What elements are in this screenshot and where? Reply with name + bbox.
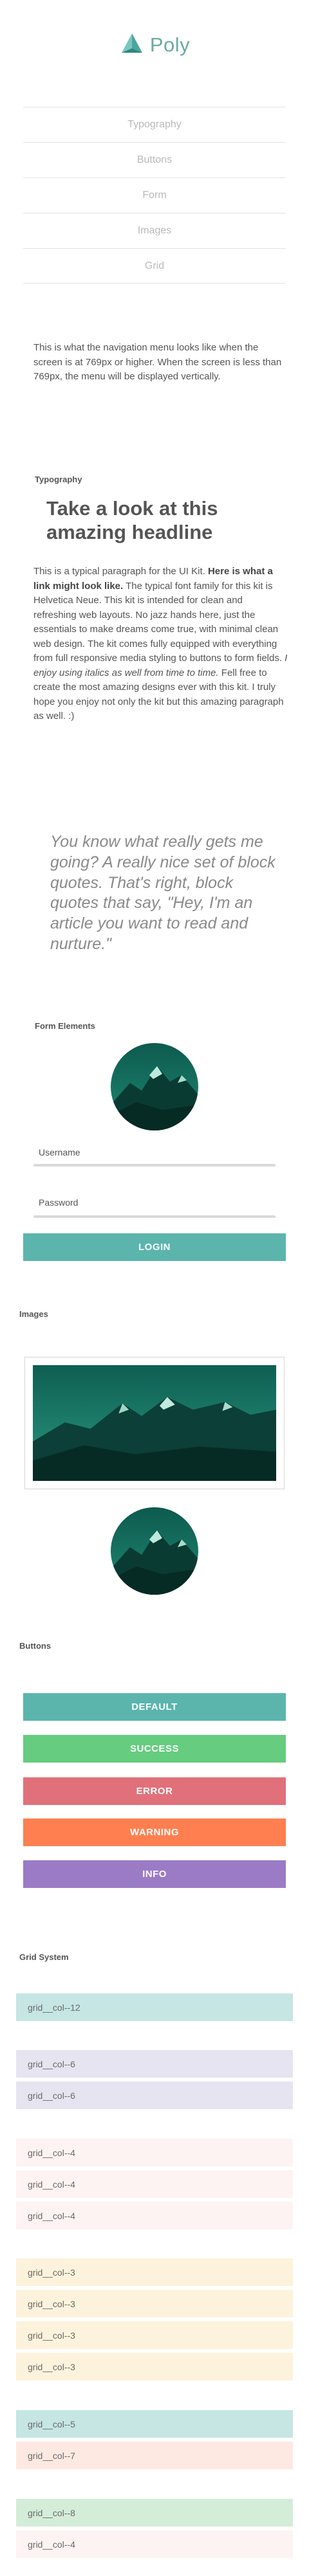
login-button[interactable]: LOGIN [23, 1233, 286, 1261]
block-quote: You know what really gets me going? A re… [50, 833, 276, 953]
grid-col-6: grid__col--6 [16, 2050, 293, 2078]
grid-col-4: grid__col--4 [16, 2170, 293, 2198]
nav-item-form[interactable]: Form [23, 177, 286, 213]
grid-col-4: grid__col--4 [16, 2139, 293, 2166]
main-nav: Typography Buttons Form Images Grid [23, 107, 286, 284]
banner-image [33, 1365, 276, 1481]
brand-logo[interactable]: Poly [0, 31, 309, 59]
default-button[interactable]: DEFAULT [23, 1693, 286, 1721]
typography-title: Typography [35, 475, 82, 484]
nav-item-images[interactable]: Images [23, 213, 286, 248]
banner-image-frame [24, 1357, 285, 1489]
nav-item-typography[interactable]: Typography [23, 107, 286, 142]
grid-col-3: grid__col--3 [16, 2290, 293, 2317]
nav-item-buttons[interactable]: Buttons [23, 142, 286, 177]
paragraph-start: This is a typical paragraph for the UI K… [33, 566, 208, 577]
buttons-title: Buttons [19, 1641, 52, 1651]
grid-col-3: grid__col--3 [16, 2321, 293, 2349]
headline: Take a look at this amazing headline [46, 497, 218, 544]
password-label: Password [39, 1197, 79, 1208]
page: Poly Typography Buttons Form Images Grid… [0, 0, 309, 2576]
nav-item-grid[interactable]: Grid [23, 248, 286, 284]
grid-col-3: grid__col--3 [16, 2258, 293, 2286]
grid-col-3: grid__col--3 [16, 2353, 293, 2381]
circle-image [111, 1507, 198, 1595]
form-title: Form Elements [35, 1021, 95, 1031]
grid-col-8: grid__col--8 [16, 2499, 293, 2526]
grid-col-12: grid__col--12 [16, 1993, 293, 2021]
images-title: Images [19, 1309, 48, 1319]
intro-text: This is what the navigation menu looks l… [33, 342, 282, 382]
paragraph-middle: The typical font family for this kit is … [33, 580, 285, 664]
password-field[interactable] [33, 1215, 276, 1218]
username-label: Username [39, 1147, 80, 1157]
brand-name: Poly [149, 33, 191, 56]
grid-col-4: grid__col--4 [16, 2530, 293, 2558]
grid-col-6: grid__col--6 [16, 2082, 293, 2109]
grid-col-5: grid__col--5 [16, 2410, 293, 2438]
username-field[interactable] [33, 1164, 276, 1166]
poly-logo-icon [119, 31, 145, 60]
error-button[interactable]: ERROR [23, 1777, 286, 1805]
avatar-image [111, 1043, 198, 1130]
warning-button[interactable]: WARNING [23, 1819, 286, 1846]
typography-paragraph: This is a typical paragraph for the UI K… [33, 565, 288, 724]
grid-col-7: grid__col--7 [16, 2442, 293, 2469]
grid-title: Grid System [19, 1952, 69, 1962]
success-button[interactable]: SUCCESS [23, 1735, 286, 1763]
grid-col-4: grid__col--4 [16, 2202, 293, 2229]
info-button[interactable]: INFO [23, 1860, 286, 1888]
